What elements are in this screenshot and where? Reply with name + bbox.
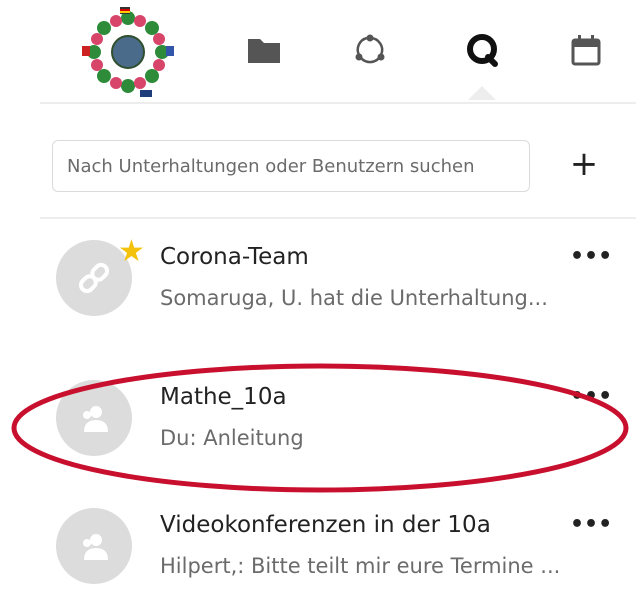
header-divider (40, 102, 636, 104)
search-divider (40, 217, 636, 219)
activity-nav-button[interactable] (352, 32, 388, 68)
talk-nav-button[interactable] (464, 32, 500, 68)
folder-icon (248, 39, 280, 63)
new-conversation-button[interactable]: + (566, 144, 602, 184)
calendar-nav-button[interactable] (568, 32, 604, 68)
logo-image (82, 7, 174, 97)
search-field[interactable] (52, 140, 530, 192)
highlight-ellipse-annotation (11, 363, 629, 493)
conversation-avatar (56, 508, 132, 584)
search-input[interactable] (65, 154, 517, 178)
conversation-last-message: Hilpert,: Bitte teilt mir eure Termine .… (160, 554, 561, 578)
link-icon (78, 262, 110, 294)
talk-icon (467, 34, 498, 67)
more-options-button[interactable]: ••• (570, 512, 612, 537)
group-icon (83, 534, 108, 560)
app-logo[interactable] (80, 6, 176, 98)
conversation-last-message: Somaruga, U. hat die Unterhaltung... (160, 286, 548, 310)
active-tab-indicator (468, 86, 496, 100)
more-options-button[interactable]: ••• (570, 244, 612, 269)
conversation-item-videokonferenzen[interactable]: Videokonferenzen in der 10a Hilpert,: Bi… (40, 490, 636, 600)
files-nav-button[interactable] (246, 32, 282, 68)
conversation-title: Corona-Team (160, 244, 309, 270)
activity-icon (355, 34, 385, 64)
calendar-icon (571, 35, 601, 66)
favorite-star-icon: ★ (118, 234, 145, 269)
conversation-title: Videokonferenzen in der 10a (160, 512, 491, 538)
